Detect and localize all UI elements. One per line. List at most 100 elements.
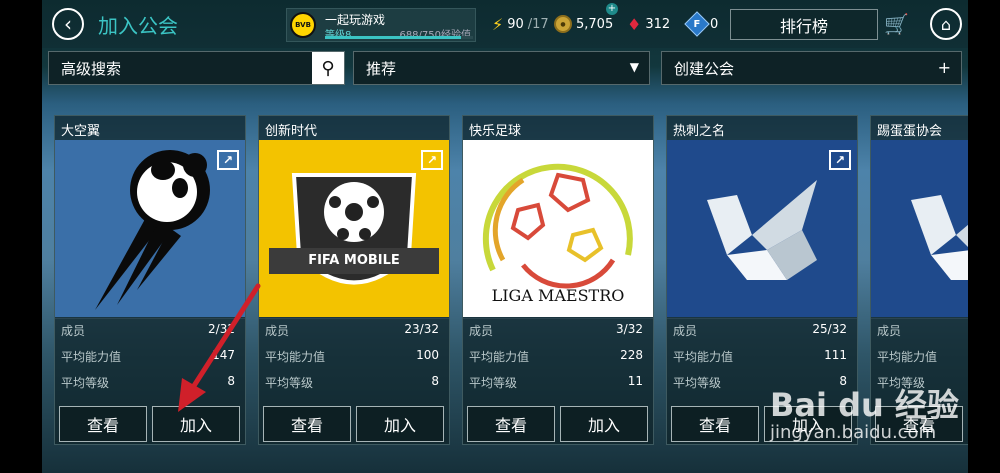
members-row: 成员 25/32	[673, 322, 847, 339]
league-name: 踢蛋蛋协会	[877, 124, 943, 139]
join-button[interactable]: 加入	[152, 406, 240, 442]
members-row: 成员	[877, 322, 968, 339]
divider	[871, 318, 968, 319]
view-button[interactable]: 查看	[467, 406, 555, 442]
fifa-points-counter[interactable]: F 0	[684, 11, 719, 37]
league-logo-text: LIGA MAESTRO	[491, 286, 625, 305]
league-logo[interactable]	[871, 140, 968, 317]
avg-level-value: 8	[227, 374, 235, 388]
view-button[interactable]: 查看	[59, 406, 147, 442]
members-value: 25/32	[812, 322, 847, 336]
divider	[55, 318, 245, 319]
avg-ovr-row: 平均能力值 147	[61, 348, 235, 365]
top-bar: ‹ 加入公会 BVB 一起玩游戏 等级8 688/750经验值 + ⚡ 90/1…	[42, 0, 968, 48]
filter-dropdown[interactable]: 推荐 ▼	[353, 51, 650, 85]
members-label: 成员	[673, 324, 698, 338]
members-label: 成员	[61, 324, 86, 338]
avg-level-value: 11	[627, 374, 643, 388]
search-icon[interactable]: ⚲	[312, 52, 344, 84]
league-name: 热刺之名	[673, 124, 726, 139]
fifa-points-value: 0	[710, 16, 719, 32]
energy-counter[interactable]: ⚡ 90/17	[492, 14, 549, 34]
share-icon[interactable]: ↗	[217, 150, 239, 170]
avg-ovr-label: 平均能力值	[61, 350, 122, 364]
view-button[interactable]: 查看	[671, 406, 759, 442]
avg-level-label: 平均等级	[265, 376, 314, 390]
league-logo[interactable]: ↗	[55, 140, 245, 317]
divider	[667, 318, 857, 319]
avg-ovr-value: 228	[620, 348, 643, 362]
league-logo-text: FIFA MOBILE	[308, 253, 400, 268]
avg-level-row: 平均等级 8	[61, 374, 235, 391]
baidu-watermark: Bai du 经验 jingyan.baidu.com	[770, 380, 959, 443]
advanced-search-label: 高级搜索	[61, 59, 122, 78]
lightning-icon: ⚡	[492, 14, 504, 34]
members-row: 成员 3/32	[469, 322, 643, 339]
avg-ovr-row: 平均能力值 228	[469, 348, 643, 365]
energy-value: 90	[507, 16, 524, 32]
league-logo[interactable]: LIGA MAESTRO	[463, 140, 653, 317]
avg-ovr-value: 147	[212, 348, 235, 362]
back-button[interactable]: ‹	[52, 8, 84, 40]
leaderboard-button[interactable]: 排行榜	[730, 9, 878, 40]
members-row: 成员 23/32	[265, 322, 439, 339]
plus-icon: +	[937, 58, 951, 77]
gem-counter[interactable]: ♦ 312	[627, 14, 670, 34]
xp-progress-bar	[325, 36, 473, 39]
league-logo[interactable]: FIFA MOBILE ↗	[259, 140, 449, 317]
gem-value: 312	[645, 16, 671, 32]
coin-counter[interactable]: ● 5,705	[554, 14, 613, 34]
league-name: 创新时代	[265, 124, 318, 139]
avg-ovr-label: 平均能力值	[469, 350, 530, 364]
members-value: 23/32	[404, 322, 439, 336]
chevron-down-icon: ▼	[629, 60, 639, 74]
avg-ovr-row: 平均能力值	[877, 348, 968, 365]
energy-max: /17	[527, 16, 549, 32]
avg-level-value: 8	[431, 374, 439, 388]
league-name: 快乐足球	[469, 124, 522, 139]
avg-level-label: 平均等级	[673, 376, 722, 390]
divider	[259, 318, 449, 319]
divider	[463, 318, 653, 319]
join-button[interactable]: 加入	[560, 406, 648, 442]
avg-level-row: 平均等级 11	[469, 374, 643, 391]
fifa-points-letter: F	[693, 18, 701, 30]
xp-progress-fill	[325, 36, 461, 39]
advanced-search-field[interactable]: 高级搜索 ⚲	[48, 51, 345, 85]
avg-ovr-row: 平均能力值 100	[265, 348, 439, 365]
members-value: 3/32	[616, 322, 643, 336]
members-label: 成员	[265, 324, 290, 338]
members-value: 2/32	[208, 322, 235, 336]
cart-icon[interactable]: 🛒	[884, 12, 909, 36]
paper-crane-logo	[911, 195, 968, 280]
league-name: 大空翼	[61, 124, 101, 139]
avg-ovr-value: 111	[824, 348, 847, 362]
view-button[interactable]: 查看	[263, 406, 351, 442]
watermark-url: jingyan.baidu.com	[770, 422, 937, 443]
home-icon: ⌂	[940, 14, 952, 34]
share-icon[interactable]: ↗	[421, 150, 443, 170]
avg-ovr-label: 平均能力值	[877, 350, 938, 364]
avg-ovr-value: 100	[416, 348, 439, 362]
avg-ovr-row: 平均能力值 111	[673, 348, 847, 365]
avg-level-row: 平均等级 8	[265, 374, 439, 391]
league-logo[interactable]: ↗	[667, 140, 857, 317]
league-card: 快乐足球 LIGA MAESTRO 成员 3/32 平均能力值 228 平均等级 11…	[462, 115, 654, 445]
player-profile[interactable]: BVB 一起玩游戏 等级8 688/750经验值	[286, 8, 476, 42]
avg-ovr-label: 平均能力值	[673, 350, 734, 364]
avg-level-label: 平均等级	[61, 376, 110, 390]
members-label: 成员	[469, 324, 494, 338]
watermark-logo: Bai du 经验	[770, 386, 959, 424]
filter-selected-value: 推荐	[366, 59, 397, 78]
coin-icon: ●	[554, 15, 572, 33]
share-icon[interactable]: ↗	[829, 150, 851, 170]
avg-level-label: 平均等级	[469, 376, 518, 390]
fifa-points-icon: F	[684, 11, 710, 37]
home-button[interactable]: ⌂	[930, 8, 962, 40]
club-logo: BVB	[290, 12, 316, 38]
join-button[interactable]: 加入	[356, 406, 444, 442]
back-arrow-icon: ‹	[64, 12, 72, 36]
coin-value: 5,705	[576, 16, 614, 32]
avg-ovr-label: 平均能力值	[265, 350, 326, 364]
create-league-button[interactable]: 创建公会 +	[661, 51, 962, 85]
